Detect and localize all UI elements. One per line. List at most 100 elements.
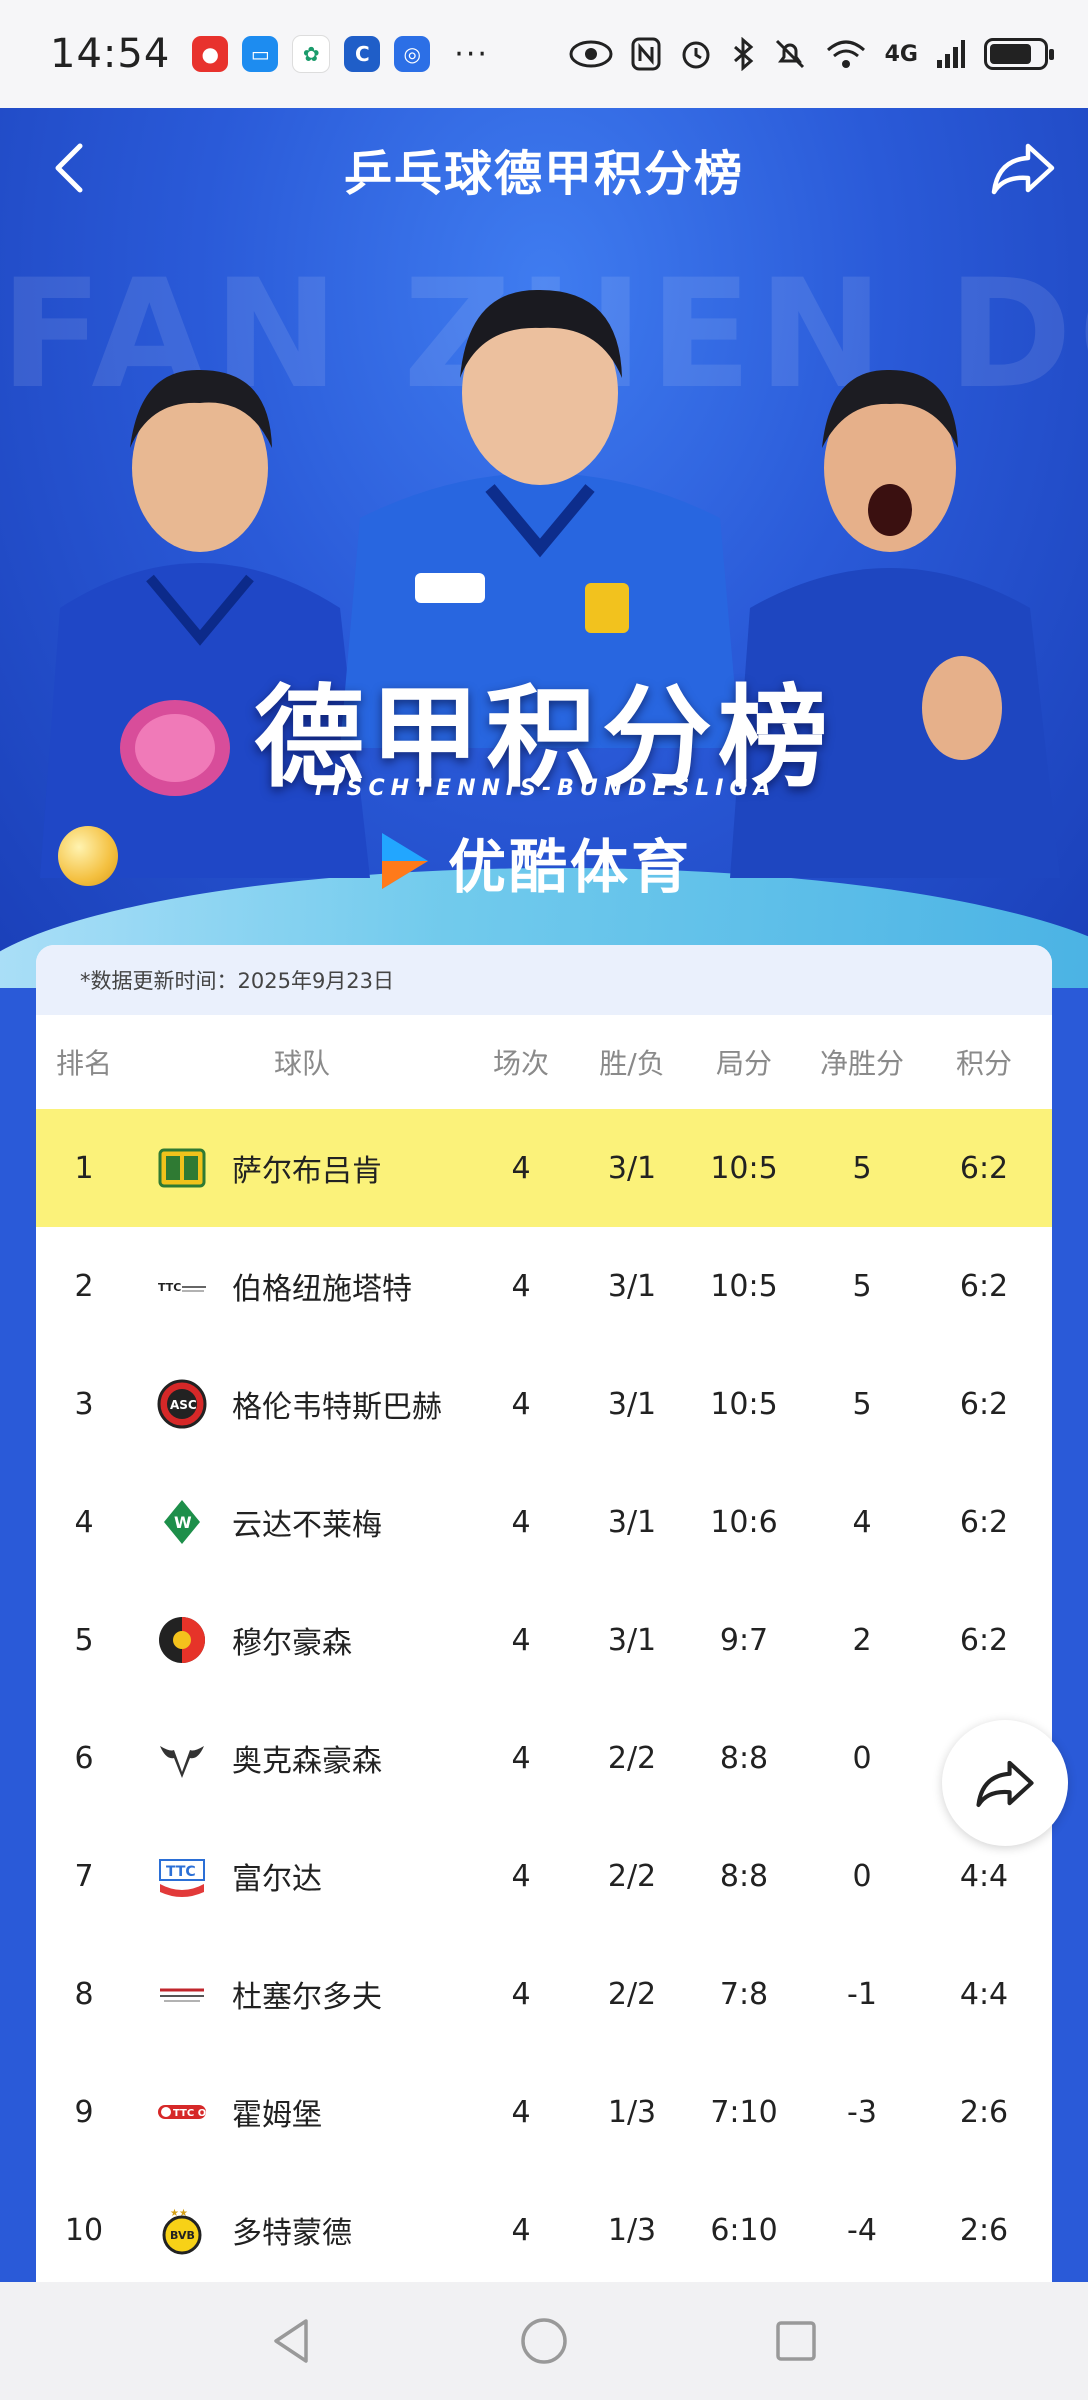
team-name: 萨尔布吕肯 (232, 1154, 382, 1189)
bergneustadt-logo-icon: TTC (158, 1281, 206, 1294)
mute-icon (775, 39, 804, 69)
points-cell: 2:6 (959, 2212, 1009, 2248)
games-cell: 8:8 (719, 1740, 769, 1776)
camera-app-icon: C (344, 36, 381, 72)
duesseldorf-logo-icon (160, 1988, 204, 2002)
played-cell: 4 (511, 1858, 531, 1894)
points-cell: 4:4 (959, 1858, 1009, 1894)
table-row[interactable]: 2 TTC 伯格纽施塔特 4 3/1 10:5 5 6:2 (36, 1227, 1052, 1345)
games-cell: 6:10 (710, 2212, 778, 2248)
share-button[interactable] (988, 138, 1058, 198)
header-team: 球队 (273, 1047, 330, 1080)
battery-icon (984, 38, 1054, 70)
rank-cell: 2 (74, 1268, 94, 1304)
net-cell: 5 (852, 1268, 872, 1304)
header-net: 净胜分 (819, 1047, 904, 1080)
team-name: 格伦韦特斯巴赫 (232, 1390, 442, 1425)
played-cell: 4 (511, 1976, 531, 2012)
games-cell: 10:5 (710, 1150, 778, 1186)
rank-cell: 6 (74, 1740, 94, 1776)
signal-icon (937, 40, 965, 68)
team-name: 杜塞尔多夫 (232, 1980, 382, 2015)
header-points: 积分 (955, 1047, 1012, 1080)
eye-icon (569, 40, 613, 68)
team-name: 多特蒙德 (232, 2216, 352, 2251)
nav-bar: 乒乓球德甲积分榜 (0, 108, 1088, 228)
homburg-logo-icon: TTC OE (158, 2105, 208, 2119)
weibo-icon: ● (192, 36, 229, 72)
played-cell: 4 (511, 1504, 531, 1540)
points-cell: 6:2 (959, 1504, 1009, 1540)
played-cell: 4 (511, 2212, 531, 2248)
hero-subtitle: TISCHTENNIS-BUNDESLIGA (311, 776, 777, 801)
win-loss-cell: 1/3 (607, 2094, 657, 2130)
net-cell: 2 (852, 1622, 872, 1658)
played-cell: 4 (511, 1740, 531, 1776)
table-row[interactable]: 7 TTC 富尔达 4 2/2 8:8 0 4:4 (36, 1817, 1052, 1935)
header-win-loss: 胜/负 (599, 1047, 665, 1080)
ochsenhausen-logo-icon (160, 1746, 204, 1778)
standings-card: *数据更新时间：2025年9月23日 排名 球队 场次 胜/负 局分 净胜分 积… (36, 945, 1052, 2285)
table-row[interactable]: 9 TTC OE 霍姆堡 4 1/3 7:10 -3 2:6 (36, 2053, 1052, 2171)
win-loss-cell: 2/2 (607, 1740, 657, 1776)
table-row[interactable]: 8 杜塞尔多夫 4 2/2 7:8 -1 4:4 (36, 1935, 1052, 2053)
table-row[interactable]: 4 W 云达不莱梅 4 3/1 10:6 4 6:2 (36, 1463, 1052, 1581)
played-cell: 4 (511, 1268, 531, 1304)
standings-table-header: 排名 球队 场次 胜/负 局分 净胜分 积分 (36, 1015, 1052, 1109)
games-cell: 10:6 (710, 1504, 778, 1540)
svg-text:ASC: ASC (170, 1398, 197, 1412)
points-cell: 4:4 (959, 1976, 1009, 2012)
nfc-icon (631, 37, 661, 71)
status-time: 14:54 (50, 31, 171, 77)
played-cell: 4 (511, 1150, 531, 1186)
table-row[interactable]: 10 ★★ BVB 多特蒙德 4 1/3 6:10 -4 2:6 (36, 2171, 1052, 2285)
team-name: 富尔达 (232, 1862, 322, 1897)
win-loss-cell: 1/3 (607, 2212, 657, 2248)
net-cell: 4 (852, 1504, 872, 1540)
win-loss-cell: 3/1 (607, 1268, 657, 1304)
svg-text:W: W (174, 1513, 192, 1532)
table-row[interactable]: 3 ASC 格伦韦特斯巴赫 4 3/1 10:5 5 6:2 (36, 1345, 1052, 1463)
more-notifications-icon: ··· (454, 36, 489, 72)
table-row[interactable]: 5 穆尔豪森 4 3/1 9:7 2 6:2 (36, 1581, 1052, 1699)
net-cell: -1 (847, 1976, 877, 2012)
win-loss-cell: 2/2 (607, 1858, 657, 1894)
status-bar: 14:54 ● ▭ ✿ C ◎ ··· 4G (0, 0, 1088, 108)
system-navigation-bar (0, 2282, 1088, 2400)
win-loss-cell: 3/1 (607, 1386, 657, 1422)
header-rank: 排名 (55, 1047, 112, 1080)
net-cell: 5 (852, 1150, 872, 1186)
points-cell: 6:2 (959, 1386, 1009, 1422)
nav-home-icon[interactable] (518, 2315, 570, 2367)
table-row[interactable]: 1 萨尔布吕肯 4 3/1 10:5 5 6:2 (36, 1109, 1052, 1227)
points-cell: 6:2 (959, 1150, 1009, 1186)
werder-logo-icon: W (164, 1500, 200, 1544)
team-name: 伯格纽施塔特 (232, 1272, 412, 1307)
points-cell: 6:2 (959, 1268, 1009, 1304)
team-name: 霍姆堡 (232, 2098, 322, 2133)
points-cell: 2:6 (959, 2094, 1009, 2130)
games-cell: 10:5 (710, 1386, 778, 1422)
win-loss-cell: 3/1 (607, 1150, 657, 1186)
nav-recents-icon[interactable] (770, 2315, 822, 2367)
rank-cell: 1 (74, 1150, 94, 1186)
update-time-text: *数据更新时间：2025年9月23日 (80, 969, 395, 993)
nav-back-icon[interactable] (266, 2315, 318, 2367)
games-cell: 7:8 (719, 1976, 769, 2012)
network-type: 4G (884, 41, 918, 67)
table-row[interactable]: 6 奥克森豪森 4 2/2 8:8 0 4:4 (36, 1699, 1052, 1817)
win-loss-cell: 3/1 (607, 1504, 657, 1540)
played-cell: 4 (511, 1622, 531, 1658)
brand-name: 优酷体育 (448, 833, 693, 901)
grenzau-asc-logo-icon: ASC (157, 1379, 207, 1429)
browser-app-icon: ◎ (394, 36, 431, 72)
net-cell: -4 (847, 2212, 877, 2248)
rank-cell: 7 (74, 1858, 94, 1894)
rank-cell: 8 (74, 1976, 94, 2012)
rank-cell: 10 (64, 2212, 104, 2248)
points-cell: 6:2 (959, 1622, 1009, 1658)
floating-share-button[interactable] (942, 1720, 1068, 1846)
team-name: 云达不莱梅 (232, 1508, 382, 1543)
games-cell: 10:5 (710, 1268, 778, 1304)
page-title: 乒乓球德甲积分榜 (343, 146, 744, 202)
